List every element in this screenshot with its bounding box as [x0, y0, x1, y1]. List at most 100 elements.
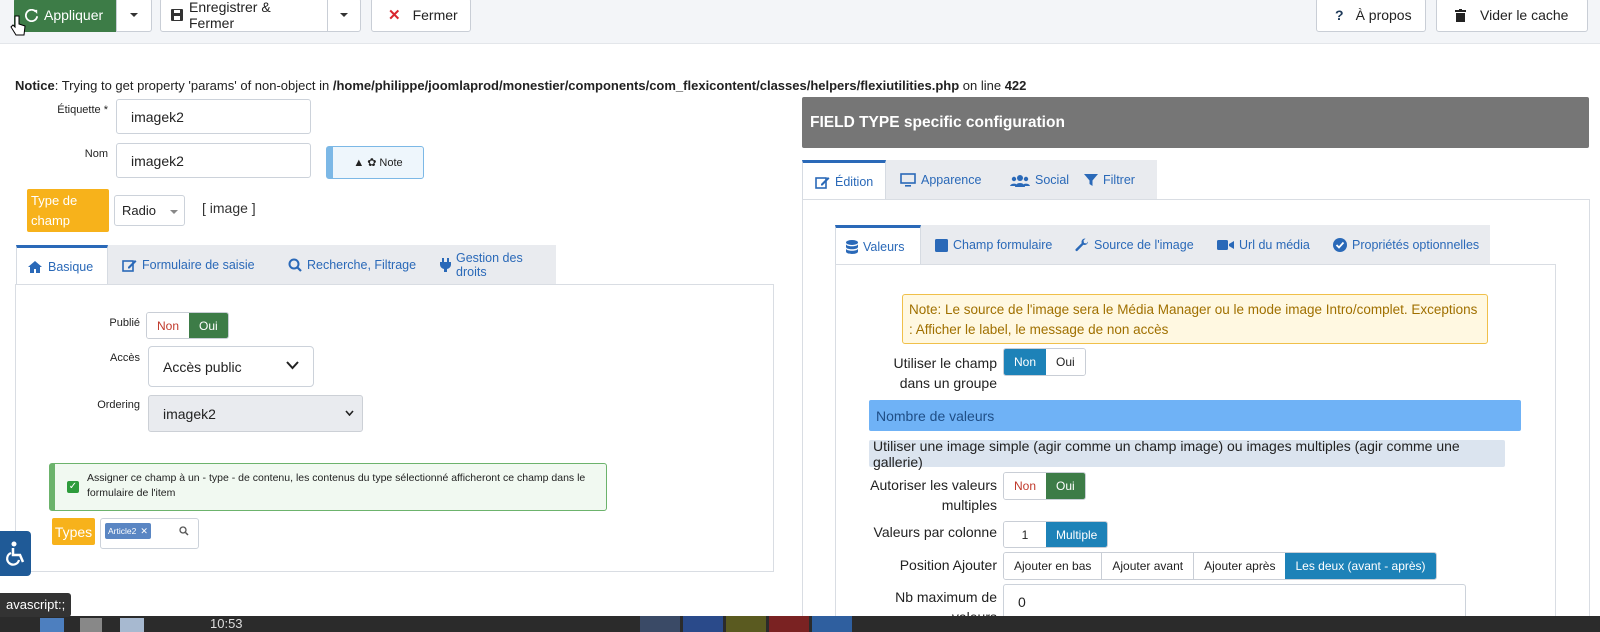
taskbar-task-5[interactable] [812, 616, 852, 632]
chevron-down-icon [345, 410, 354, 416]
published-yes-option[interactable]: Oui [189, 313, 228, 338]
subtab-url-media[interactable]: Url du média [1207, 225, 1320, 265]
apply-dropdown-button[interactable] [116, 0, 152, 32]
gear-icon: ✿ [367, 157, 377, 169]
chevron-down-icon [286, 361, 299, 370]
per-column-input[interactable]: 1 [1004, 522, 1046, 547]
allow-multiple-no-option[interactable]: Non [1004, 473, 1047, 499]
taskbar-task-4[interactable] [769, 616, 809, 632]
left-tab-bar: Basique Formulaire de saisie Recherche, … [16, 245, 556, 285]
type-chip: Article2 ✕ [105, 523, 151, 539]
position-option-both[interactable]: Les deux (avant - après) [1285, 553, 1436, 579]
position-option-bottom[interactable]: Ajouter en bas [1004, 553, 1103, 579]
caret-down-icon [170, 210, 178, 214]
use-in-group-label: Utiliser le champ dans un groupe [893, 355, 997, 391]
taskbar-task-1[interactable] [640, 616, 680, 632]
wheelchair-icon [5, 541, 27, 567]
label-field-label: Étiquette * [57, 104, 108, 116]
search-icon [288, 258, 302, 272]
about-button[interactable]: ? À propos [1316, 0, 1426, 32]
per-column-mode[interactable]: Multiple [1046, 522, 1108, 547]
access-label: Accès [110, 352, 140, 364]
note-button[interactable]: ▲ ✿ Note [326, 146, 424, 179]
taskbar: 10:53 [0, 616, 1600, 632]
tab-gestion-droits[interactable]: Gestion des droits [430, 245, 556, 285]
tab-edition[interactable]: Édition [802, 160, 886, 200]
subtab-valeurs[interactable]: Valeurs [835, 225, 921, 265]
field-type-config-header: FIELD TYPE specific configuration [802, 97, 1589, 148]
check-circle-icon [1333, 238, 1347, 252]
tab-formulaire-saisie[interactable]: Formulaire de saisie [112, 245, 265, 285]
save-dropdown-button[interactable] [327, 0, 361, 32]
subtab-champ-formulaire[interactable]: Champ formulaire [925, 225, 1062, 265]
monitor-icon [900, 173, 916, 187]
access-select[interactable]: Accès public [148, 346, 314, 387]
position-option-after[interactable]: Ajouter après [1194, 553, 1286, 579]
save-icon [171, 9, 183, 21]
close-icon: ✕ [388, 7, 401, 24]
hand-cursor-icon [10, 15, 26, 37]
video-icon [1217, 239, 1234, 251]
simple-multi-section: Utiliser une image simple (agir comme un… [869, 438, 1505, 470]
apply-button[interactable]: Appliquer [14, 0, 116, 32]
tab-basique[interactable]: Basique [16, 245, 108, 285]
allow-multiple-toggle: Non Oui [1003, 472, 1086, 500]
name-input[interactable]: imagek2 [116, 143, 311, 178]
taskbar-task-3[interactable] [726, 616, 766, 632]
label-input[interactable]: imagek2 [116, 99, 311, 134]
taskbar-window-icon[interactable] [120, 618, 144, 632]
trash-icon [1455, 8, 1466, 22]
status-tooltip: avascript:; [0, 593, 72, 617]
right-subtab-bar: Valeurs Champ formulaire Source de l'ima… [835, 225, 1490, 265]
edit-icon [122, 258, 137, 272]
tab-social[interactable]: Social [1000, 160, 1079, 200]
image-source-note: Note: Le source de l'image sera le Média… [902, 294, 1488, 344]
subtab-proprietes-optionnelles[interactable]: Propriétés optionnelles [1323, 225, 1489, 265]
taskbar-files-icon[interactable] [40, 618, 64, 632]
allow-multiple-label: Autoriser les valeurs multiples [870, 477, 997, 513]
max-values-input[interactable]: 0 [1003, 584, 1466, 620]
published-no-option[interactable]: Non [147, 313, 190, 338]
values-count-section: Nombre de valeurs [869, 400, 1521, 431]
allow-multiple-yes-option[interactable]: Oui [1046, 473, 1085, 499]
save-close-button[interactable]: Enregistrer & Fermer [160, 0, 328, 32]
taskbar-app-icon[interactable] [80, 618, 102, 632]
assign-types-text: Assigner ce champ à un - type - de conte… [87, 472, 586, 499]
taskbar-clock: 10:53 [210, 616, 243, 631]
use-in-group-toggle: Non Oui [1003, 348, 1086, 376]
taskbar-task-2[interactable] [683, 616, 723, 632]
refresh-icon [25, 8, 38, 22]
types-label: Types [52, 518, 95, 545]
php-notice: Notice: Trying to get property 'params' … [15, 78, 1027, 93]
use-in-group-yes-option[interactable]: Oui [1046, 349, 1085, 375]
position-add-label: Position Ajouter [899, 557, 997, 573]
remove-chip-icon[interactable]: ✕ [140, 526, 148, 537]
published-toggle: Non Oui [146, 312, 229, 339]
max-values-label: Nb maximum de valeurs [895, 589, 997, 616]
types-select[interactable]: Article2 ✕ [100, 518, 199, 549]
check-square-icon: ✓ [67, 481, 79, 493]
field-type-select[interactable]: Radio [114, 195, 185, 226]
ordering-select[interactable]: imagek2 [148, 395, 363, 432]
use-in-group-no-option[interactable]: Non [1004, 349, 1047, 375]
tab-filtrer[interactable]: Filtrer [1074, 160, 1145, 200]
field-type-label: Type de champ [27, 189, 109, 232]
tab-recherche-filtrage[interactable]: Recherche, Filtrage [278, 245, 426, 285]
caret-down-icon [130, 13, 138, 17]
plug-icon [440, 258, 451, 272]
position-option-before[interactable]: Ajouter avant [1102, 553, 1195, 579]
close-button[interactable]: ✕ Fermer [371, 0, 471, 32]
field-type-tag: [ image ] [202, 200, 256, 216]
caret-down-icon [340, 13, 348, 17]
clear-cache-button[interactable]: Vider le cache [1436, 0, 1588, 32]
wrench-icon [1075, 238, 1089, 252]
filter-icon [1084, 173, 1098, 187]
name-field-label: Nom [84, 148, 108, 160]
subtab-source-image[interactable]: Source de l'image [1065, 225, 1204, 265]
square-icon [935, 238, 948, 252]
position-add-control: Ajouter en bas Ajouter avant Ajouter apr… [1003, 552, 1437, 580]
per-column-control: 1 Multiple [1003, 521, 1109, 548]
accessibility-button[interactable] [0, 531, 31, 576]
tab-apparence[interactable]: Apparence [890, 160, 991, 200]
ordering-label: Ordering [97, 399, 140, 411]
